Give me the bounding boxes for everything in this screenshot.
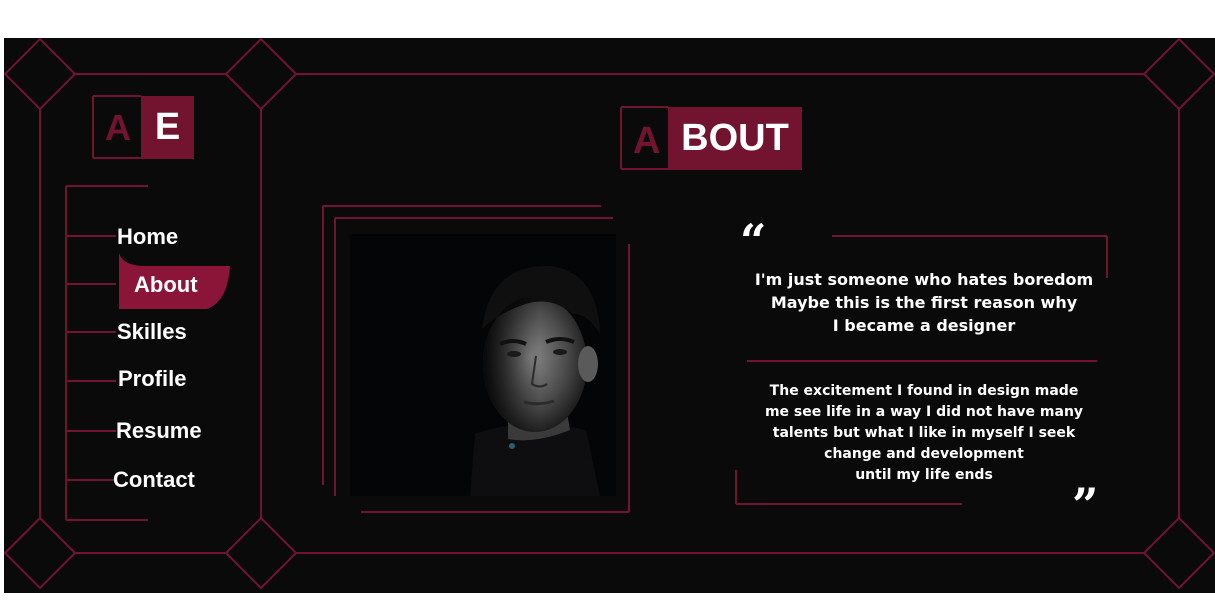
corner-diamond-bottom-right bbox=[1142, 516, 1215, 590]
corner-diamond-bottom-left bbox=[4, 516, 77, 590]
quote-intro-line: Maybe this is the first reason why bbox=[770, 293, 1078, 312]
quote-body-line: change and development bbox=[824, 446, 1024, 462]
corner-diamond-bottom-mid bbox=[224, 516, 298, 590]
logo-letter-a: A bbox=[105, 107, 131, 148]
nav-item-skilles[interactable]: Skilles bbox=[117, 319, 187, 345]
profile-photo bbox=[350, 234, 616, 496]
section-title-rest: BOUT bbox=[668, 107, 802, 170]
quote-body-line: The excitement I found in design made bbox=[769, 383, 1079, 399]
nav-item-contact[interactable]: Contact bbox=[113, 467, 195, 493]
corner-diamond-top-right bbox=[1142, 38, 1215, 111]
nav-item-about[interactable]: About bbox=[134, 272, 198, 298]
logo-letter-e-box: E bbox=[141, 96, 194, 159]
close-quote-mark: ” bbox=[1072, 478, 1099, 532]
corner-diamond-top-left bbox=[4, 38, 77, 111]
open-quote-mark: “ bbox=[740, 214, 767, 268]
quote-intro-line: I'm just someone who hates boredom bbox=[754, 270, 1094, 289]
quote-intro-line: I became a designer bbox=[832, 316, 1016, 335]
nav-item-profile[interactable]: Profile bbox=[118, 366, 186, 392]
portfolio-canvas: A E Home About Skilles Profile Resume Co… bbox=[4, 38, 1215, 593]
corner-diamond-top-mid bbox=[224, 38, 298, 111]
nav-item-home[interactable]: Home bbox=[117, 224, 178, 250]
quote-body-line: me see life in a way I did not have many bbox=[764, 404, 1084, 420]
section-title-first-letter: A bbox=[633, 120, 661, 162]
nav-item-resume[interactable]: Resume bbox=[116, 418, 202, 444]
quote-body-line: talents but what I like in myself I seek bbox=[772, 425, 1076, 441]
